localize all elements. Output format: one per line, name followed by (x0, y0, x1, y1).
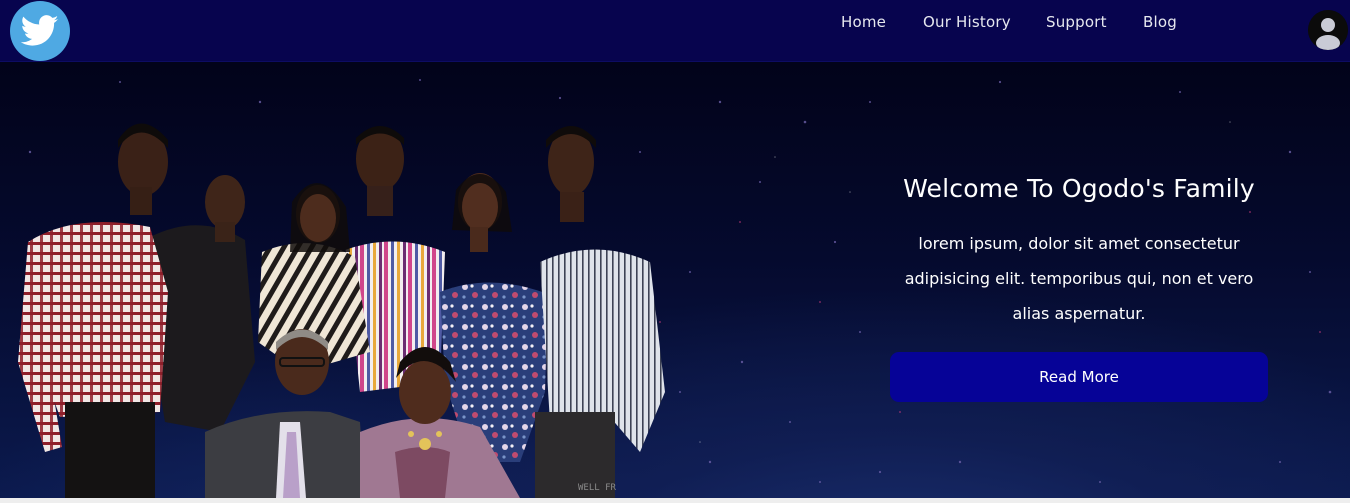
nav-link-our-history[interactable]: Our History (923, 13, 1011, 31)
nav-link-support[interactable]: Support (1046, 13, 1107, 31)
family-group-photo (18, 123, 665, 498)
page-bottom-strip (0, 498, 1350, 503)
nav-link-blog[interactable]: Blog (1143, 13, 1177, 31)
read-more-button[interactable]: Read More (890, 352, 1268, 402)
image-watermark: WELL FR (578, 483, 616, 493)
avatar-silhouette-icon (1308, 10, 1348, 50)
user-avatar-icon[interactable] (1308, 10, 1348, 50)
navbar: Home Our History Support Blog (0, 0, 1350, 62)
hero-description: lorem ipsum, dolor sit amet consectetur … (904, 234, 1254, 323)
hero-title: Welcome To Ogodo's Family (903, 173, 1255, 203)
twitter-bird-icon (21, 15, 59, 46)
nav-link-home[interactable]: Home (841, 13, 886, 31)
twitter-logo-icon[interactable] (10, 1, 70, 61)
